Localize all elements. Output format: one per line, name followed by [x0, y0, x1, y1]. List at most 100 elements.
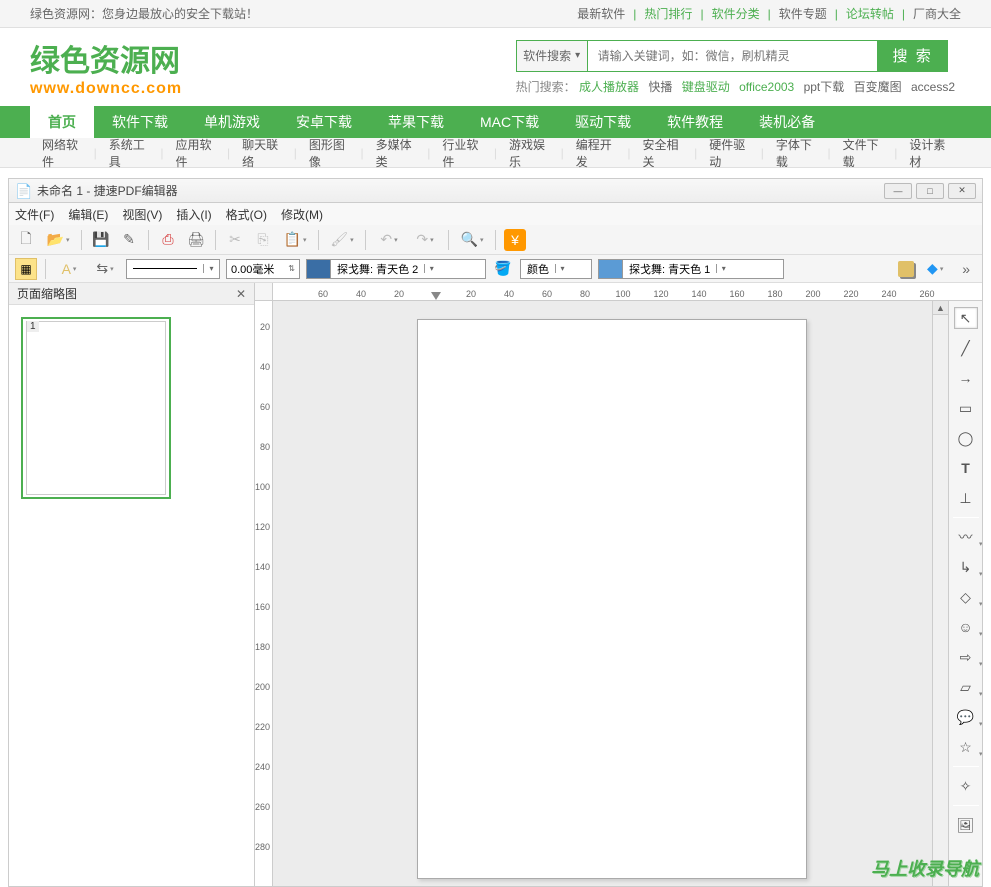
undo-icon[interactable]: ↶: [374, 229, 404, 251]
vertical-scrollbar[interactable]: ▲: [932, 301, 948, 886]
zoom-icon[interactable]: 🔍: [457, 229, 487, 251]
layout-icon[interactable]: ▦: [15, 258, 37, 280]
link-vendors[interactable]: 厂商大全: [913, 5, 961, 22]
subnav-security[interactable]: 安全相关: [630, 136, 694, 170]
fill-color-dropdown[interactable]: 探戈舞: 青天色 1 ▾: [598, 259, 784, 279]
panel-close-icon[interactable]: ✕: [236, 287, 246, 301]
image-tool-icon[interactable]: 🖼: [954, 814, 978, 836]
link-forum[interactable]: 论坛转帖: [846, 5, 894, 22]
vertical-text-tool-icon[interactable]: ⊥: [954, 487, 978, 509]
save-icon[interactable]: 💾: [90, 229, 112, 251]
edit-points-tool-icon[interactable]: ✧: [954, 775, 978, 797]
scroll-up-icon[interactable]: ▲: [933, 301, 948, 315]
hot-link-7[interactable]: access2: [911, 80, 955, 94]
subnav-chat[interactable]: 聊天联络: [230, 136, 294, 170]
menu-modify[interactable]: 修改(M): [281, 206, 323, 223]
menu-file[interactable]: 文件(F): [15, 206, 54, 223]
flowchart-tool-icon[interactable]: ▱: [954, 676, 978, 698]
line-tool-icon[interactable]: ╱: [954, 337, 978, 359]
link-topics[interactable]: 软件专题: [779, 5, 827, 22]
search-button[interactable]: 搜 索: [878, 40, 948, 72]
new-doc-icon[interactable]: 🗋: [15, 229, 37, 251]
copy-icon[interactable]: ⎘: [252, 229, 274, 251]
logo[interactable]: 绿色资源网 www.downcc.com: [30, 36, 516, 98]
arrow-style-icon[interactable]: ⇆: [90, 258, 120, 280]
more-icon[interactable]: »: [956, 261, 976, 277]
pointer-tool-icon[interactable]: ↖: [954, 307, 978, 329]
effects-icon[interactable]: ◆: [920, 258, 950, 280]
hot-link-3[interactable]: 键盘驱动: [682, 80, 730, 94]
subnav-fonts[interactable]: 字体下载: [764, 136, 828, 170]
arrow-tool-icon[interactable]: →: [954, 367, 978, 389]
cut-icon[interactable]: ✂: [224, 229, 246, 251]
open-icon[interactable]: 📂: [43, 229, 73, 251]
line-width-input[interactable]: 0.00毫米 ⇅: [226, 259, 300, 279]
nav-essential[interactable]: 装机必备: [741, 106, 833, 138]
nav-tutorial[interactable]: 软件教程: [649, 106, 741, 138]
close-button[interactable]: ✕: [948, 183, 976, 199]
thumbnail-list: 1: [9, 305, 254, 886]
edit-icon[interactable]: ✎: [118, 229, 140, 251]
subnav-graphics[interactable]: 图形图像: [297, 136, 361, 170]
line-color-dropdown[interactable]: 探戈舞: 青天色 2 ▾: [306, 259, 486, 279]
nav-driver[interactable]: 驱动下载: [557, 106, 649, 138]
menu-edit[interactable]: 编辑(E): [68, 206, 108, 223]
font-color-icon[interactable]: A: [54, 258, 84, 280]
subnav-games[interactable]: 游戏娱乐: [497, 136, 561, 170]
menu-insert[interactable]: 插入(I): [176, 206, 211, 223]
callout-tool-icon[interactable]: 💬: [954, 706, 978, 728]
hot-link-5[interactable]: ppt下载: [804, 80, 845, 94]
block-arrows-tool-icon[interactable]: ⇨: [954, 646, 978, 668]
search-type-select[interactable]: 软件搜索: [516, 40, 588, 72]
subnav-network[interactable]: 网络软件: [30, 136, 94, 170]
redo-icon[interactable]: ↷: [410, 229, 440, 251]
hot-link-1[interactable]: 成人播放器: [579, 80, 639, 94]
subnav-system[interactable]: 系统工具: [97, 136, 161, 170]
search-input[interactable]: [588, 40, 878, 72]
hot-link-6[interactable]: 百变魔图: [854, 80, 902, 94]
curve-tool-icon[interactable]: 〰: [954, 526, 978, 548]
nav-home[interactable]: 首页: [30, 106, 94, 138]
shadow-icon[interactable]: [898, 261, 914, 277]
format-brush-icon[interactable]: 🖌: [327, 229, 357, 251]
stars-tool-icon[interactable]: ☆: [954, 736, 978, 758]
canvas-viewport[interactable]: [273, 301, 932, 886]
color-type-dropdown[interactable]: 颜色 ▾: [520, 259, 592, 279]
fill-bucket-icon[interactable]: 🪣: [492, 258, 514, 280]
print-icon[interactable]: 🖨: [185, 229, 207, 251]
menu-view[interactable]: 视图(V): [122, 206, 162, 223]
document-page[interactable]: [417, 319, 807, 879]
link-latest[interactable]: 最新软件: [577, 5, 625, 22]
subnav-files[interactable]: 文件下载: [831, 136, 895, 170]
nav-apple[interactable]: 苹果下载: [370, 106, 462, 138]
rectangle-tool-icon[interactable]: ▭: [954, 397, 978, 419]
basic-shapes-tool-icon[interactable]: ◇: [954, 586, 978, 608]
subnav-apps[interactable]: 应用软件: [163, 136, 227, 170]
line-style-dropdown[interactable]: ▾: [126, 259, 220, 279]
subnav-industry[interactable]: 行业软件: [430, 136, 494, 170]
ellipse-tool-icon[interactable]: ◯: [954, 427, 978, 449]
subnav-media[interactable]: 多媒体类: [364, 136, 428, 170]
minimize-button[interactable]: —: [884, 183, 912, 199]
text-tool-icon[interactable]: T: [954, 457, 978, 479]
connector-tool-icon[interactable]: ↳: [954, 556, 978, 578]
separator: [148, 230, 149, 250]
hot-link-4[interactable]: office2003: [739, 80, 794, 94]
nav-mac[interactable]: MAC下载: [462, 106, 557, 138]
nav-soft[interactable]: 软件下载: [94, 106, 186, 138]
maximize-button[interactable]: □: [916, 183, 944, 199]
nav-single[interactable]: 单机游戏: [186, 106, 278, 138]
currency-icon[interactable]: ¥: [504, 229, 526, 251]
subnav-dev[interactable]: 编程开发: [564, 136, 628, 170]
subnav-hw[interactable]: 硬件驱动: [697, 136, 761, 170]
link-hot-rank[interactable]: 热门排行: [644, 5, 692, 22]
nav-android[interactable]: 安卓下载: [278, 106, 370, 138]
export-pdf-icon[interactable]: ⎙: [157, 229, 179, 251]
paste-icon[interactable]: 📋: [280, 229, 310, 251]
thumbnail-item[interactable]: 1: [21, 317, 171, 499]
link-categories[interactable]: 软件分类: [712, 5, 760, 22]
subnav-design[interactable]: 设计素材: [897, 136, 961, 170]
hot-link-2[interactable]: 快播: [648, 80, 672, 94]
menu-format[interactable]: 格式(O): [226, 206, 267, 223]
symbol-shapes-tool-icon[interactable]: ☺: [954, 616, 978, 638]
